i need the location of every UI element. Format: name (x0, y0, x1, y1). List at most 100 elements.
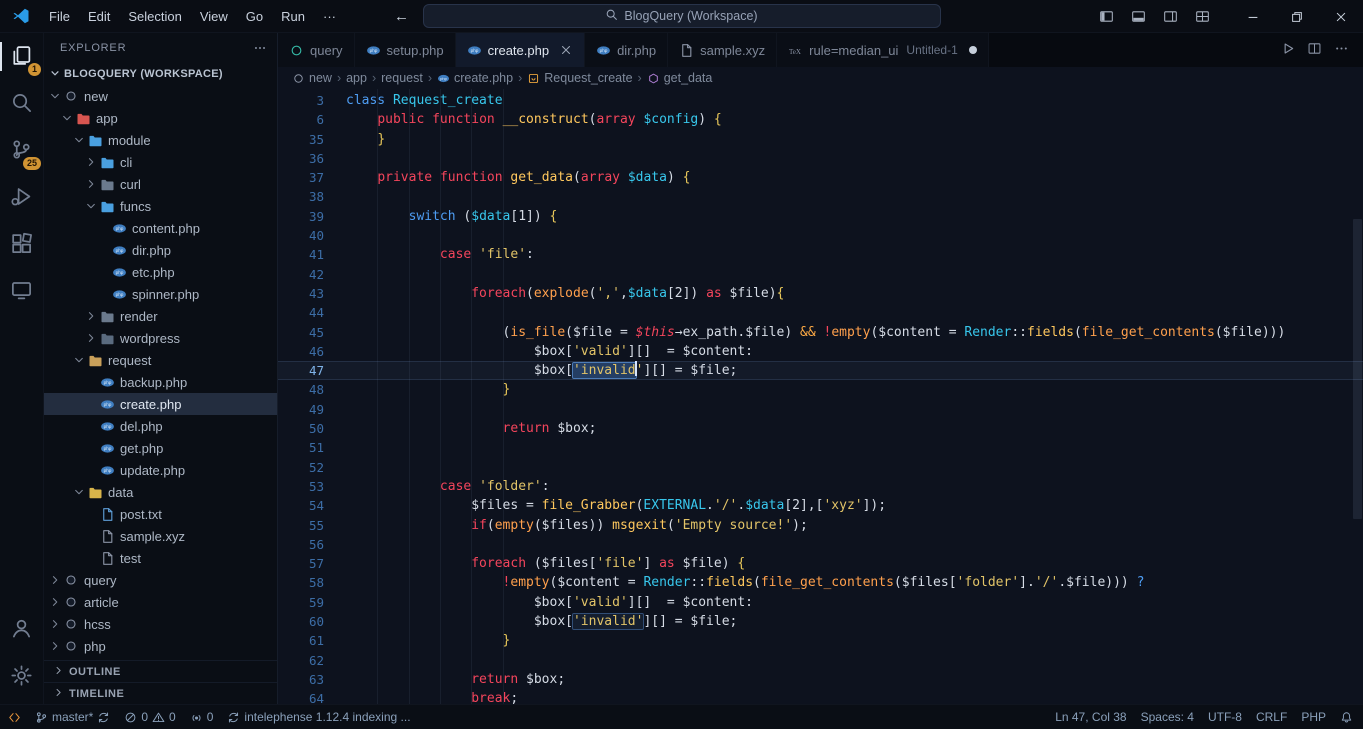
breadcrumb-get-data[interactable]: get_data (647, 71, 713, 85)
menu-go[interactable]: Go (237, 0, 272, 33)
code-line-43[interactable]: 43 foreach(explode(',',$data[2]) as $fil… (278, 284, 1363, 303)
activity-accounts[interactable] (0, 606, 43, 653)
activity-search[interactable] (0, 80, 43, 127)
tree-item-sample-xyz[interactable]: sample.xyz (44, 525, 277, 547)
menu-view[interactable]: View (191, 0, 237, 33)
tab-close-icon[interactable] (559, 43, 573, 57)
tree-item-etc-php[interactable]: phpetc.php (44, 261, 277, 283)
code-line-56[interactable]: 56 (278, 535, 1363, 554)
tree-item-get-php[interactable]: phpget.php (44, 437, 277, 459)
activity-remote-explorer[interactable] (0, 268, 43, 315)
tree-item-funcs[interactable]: funcs (44, 195, 277, 217)
code-line-62[interactable]: 62 (278, 651, 1363, 670)
code-line-3[interactable]: 3class Request_create (278, 91, 1363, 110)
workspace-header[interactable]: BLOGQUERY (WORKSPACE) (44, 63, 277, 85)
tree-item-post-txt[interactable]: post.txt (44, 503, 277, 525)
tab-dir-php[interactable]: phpdir.php (585, 33, 668, 67)
tree-item-article[interactable]: article (44, 591, 277, 613)
breadcrumb-request-create[interactable]: Request_create (527, 71, 632, 85)
status-indentation[interactable]: Spaces: 4 (1141, 710, 1194, 724)
tree-item-dir-php[interactable]: phpdir.php (44, 239, 277, 261)
code-line-59[interactable]: 59 $box['valid'][] = $content: (278, 593, 1363, 612)
tab-query[interactable]: query (278, 33, 355, 67)
tab-setup-php[interactable]: phpsetup.php (355, 33, 456, 67)
tree-item-wordpress[interactable]: wordpress (44, 327, 277, 349)
status-problems[interactable]: 00 (124, 710, 175, 724)
code-line-53[interactable]: 53 case 'folder': (278, 477, 1363, 496)
menu-file[interactable]: File (40, 0, 79, 33)
code-line-64[interactable]: 64 break; (278, 689, 1363, 704)
code-line-48[interactable]: 48 } (278, 380, 1363, 399)
menu-run[interactable]: Run (272, 0, 314, 33)
breadcrumb-create-php[interactable]: phpcreate.php (437, 71, 513, 85)
code-line-47[interactable]: 47 $box['invalid'][] = $file; (278, 361, 1363, 380)
tree-item-php[interactable]: php (44, 635, 277, 657)
code-line-38[interactable]: 38 (278, 187, 1363, 206)
code-line-57[interactable]: 57 foreach ($files['file'] as $file) { (278, 554, 1363, 573)
activity-manage[interactable] (0, 653, 43, 700)
code-line-61[interactable]: 61 } (278, 631, 1363, 650)
code-editor[interactable]: 3class Request_create6 public function _… (278, 89, 1363, 704)
toggle-secondary-sidebar-icon[interactable] (1157, 0, 1183, 33)
menu-edit[interactable]: Edit (79, 0, 119, 33)
status-cursor-position[interactable]: Ln 47, Col 38 (1055, 710, 1126, 724)
status-language-status[interactable]: intelephense 1.12.4 indexing ... (227, 710, 410, 724)
breadcrumb-new[interactable]: new (292, 71, 332, 85)
code-line-35[interactable]: 35 } (278, 130, 1363, 149)
code-line-52[interactable]: 52 (278, 458, 1363, 477)
tree-item-new[interactable]: new (44, 85, 277, 107)
tree-item-spinner-php[interactable]: phpspinner.php (44, 283, 277, 305)
code-line-37[interactable]: 37 private function get_data(array $data… (278, 168, 1363, 187)
tree-item-cli[interactable]: cli (44, 151, 277, 173)
explorer-actions-icon[interactable] (253, 41, 267, 55)
code-line-39[interactable]: 39 switch ($data[1]) { (278, 207, 1363, 226)
tree-item-request[interactable]: request (44, 349, 277, 371)
close-button[interactable] (1319, 0, 1363, 33)
code-line-51[interactable]: 51 (278, 438, 1363, 457)
code-line-45[interactable]: 45 (is_file($file = $this→ex_path.$file)… (278, 323, 1363, 342)
tree-item-backup-php[interactable]: phpbackup.php (44, 371, 277, 393)
tree-item-curl[interactable]: curl (44, 173, 277, 195)
editor-scrollbar[interactable] (1353, 219, 1362, 519)
activity-extensions[interactable] (0, 221, 43, 268)
section-outline[interactable]: OUTLINE (44, 660, 277, 682)
tree-item-app[interactable]: app (44, 107, 277, 129)
section-timeline[interactable]: TIMELINE (44, 682, 277, 704)
activity-source-control[interactable]: 25 (0, 127, 43, 174)
status-branch-status[interactable]: master* (35, 710, 110, 724)
minimize-button[interactable] (1231, 0, 1275, 33)
tree-item-create-php[interactable]: phpcreate.php (44, 393, 277, 415)
more-actions-icon[interactable] (1334, 41, 1349, 59)
code-line-44[interactable]: 44 (278, 303, 1363, 322)
code-line-6[interactable]: 6 public function __construct(array $con… (278, 110, 1363, 129)
code-line-42[interactable]: 42 (278, 265, 1363, 284)
breadcrumb-request[interactable]: request (381, 71, 423, 85)
code-line-54[interactable]: 54 $files = file_Grabber(EXTERNAL.'/'.$d… (278, 496, 1363, 515)
menu-selection[interactable]: Selection (119, 0, 190, 33)
activity-run-and-debug[interactable] (0, 174, 43, 221)
status-remote-indicator[interactable] (8, 711, 21, 724)
code-line-36[interactable]: 36 (278, 149, 1363, 168)
code-line-60[interactable]: 60 $box['invalid'][] = $file; (278, 612, 1363, 631)
tree-item-module[interactable]: module (44, 129, 277, 151)
code-line-41[interactable]: 41 case 'file': (278, 245, 1363, 264)
back-arrow-icon[interactable]: ← (394, 8, 409, 25)
run-icon[interactable] (1280, 41, 1295, 59)
tree-item-del-php[interactable]: phpdel.php (44, 415, 277, 437)
tree-item-render[interactable]: render (44, 305, 277, 327)
status-encoding[interactable]: UTF-8 (1208, 710, 1242, 724)
restore-button[interactable] (1275, 0, 1319, 33)
menu-item[interactable]: ··· (314, 0, 345, 33)
breadcrumb-app[interactable]: app (346, 71, 367, 85)
code-line-63[interactable]: 63 return $box; (278, 670, 1363, 689)
status-ports[interactable]: 0 (190, 710, 214, 724)
customize-layout-icon[interactable] (1189, 0, 1215, 33)
tree-item-data[interactable]: data (44, 481, 277, 503)
status-language-mode[interactable]: PHP (1301, 710, 1326, 724)
tree-item-query[interactable]: query (44, 569, 277, 591)
code-line-58[interactable]: 58 !empty($content = Render::fields(file… (278, 573, 1363, 592)
split-editor-icon[interactable] (1307, 41, 1322, 59)
tab-rule-median-ui[interactable]: TeXrule=median_uiUntitled-1 (777, 33, 989, 67)
code-line-46[interactable]: 46 $box['valid'][] = $content: (278, 342, 1363, 361)
tab-create-php[interactable]: phpcreate.php (456, 33, 585, 67)
